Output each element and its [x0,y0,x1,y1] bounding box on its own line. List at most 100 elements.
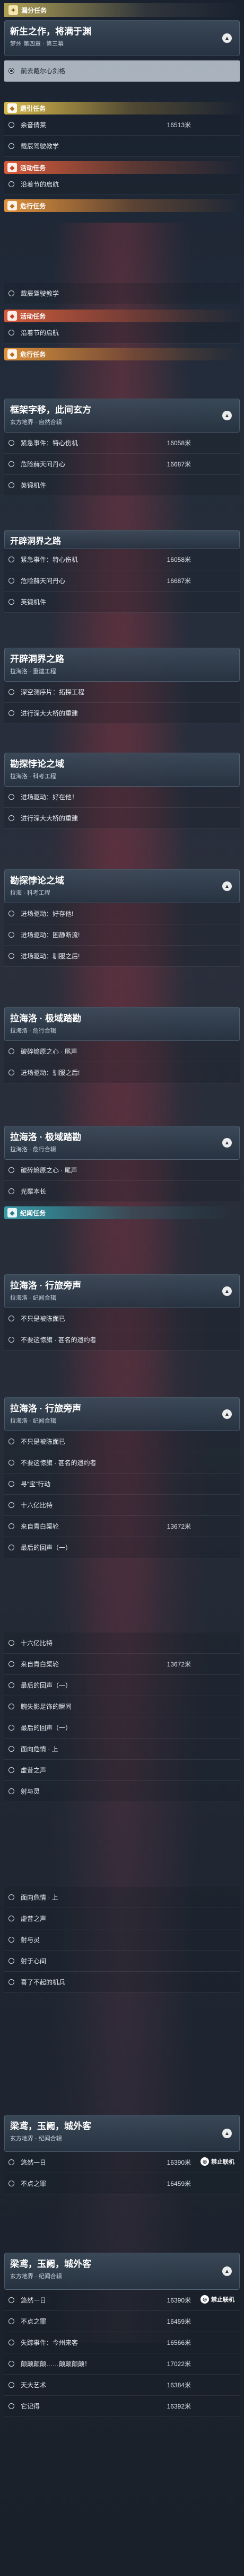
chevron-up-icon[interactable]: ▲ [222,1409,232,1419]
chevron-up-icon[interactable]: ▲ [222,2266,232,2276]
list-item[interactable]: 不要这惊旗 · 甚名的遗约者 [4,1452,240,1474]
list-item[interactable]: 十六亿比特 [4,1495,240,1516]
chevron-up-icon[interactable]: ▲ [222,411,232,420]
list-item[interactable]: 英锻机件 [4,592,240,613]
radio-dot-icon [8,953,14,959]
quest-card[interactable]: 勘探悖论之域 拉海洛 · 科考工程 [4,753,240,787]
radio-dot-icon [8,794,14,800]
radio-dot-icon [8,2297,14,2303]
list-item[interactable]: 光粼本长 [4,1181,240,1202]
quest-card[interactable]: 勘探悖论之域 拉海 · 科考工程 ▲ [4,869,240,903]
list-item[interactable]: 进行深大大桥的重建 [4,703,240,724]
list-item-label: 不要这惊旗 · 甚名的遗约者 [21,1459,97,1467]
radio-dot-icon [8,1704,14,1709]
list-item[interactable]: 来自青白渠轮 13672米 [4,1516,240,1537]
list-item[interactable]: 不只是被陈面已 [4,1308,240,1329]
quest-card[interactable]: 拉海洛 · 行旅旁声 拉海洛 · 纪闻合辑 ▲ [4,1397,240,1431]
watermark-label: 禁止联机 [211,2297,234,2303]
list-item-label: 腕失影足饰的瞬间 [21,1703,72,1710]
list-item[interactable]: 十六亿比特 [4,1633,240,1654]
quest-card[interactable]: 框架字移，此间玄方 玄方地界 · 自然合辑 ▲ [4,399,240,433]
list-item[interactable]: 面向危情 · 上 [4,1739,240,1760]
quest-card[interactable]: 梁鸢，玉阙，城外客 玄方地界 · 纪闻合辑 ▲ [4,2253,240,2290]
list-item[interactable]: 危险赫天问丹心 16687米 [4,454,240,475]
list-item-label: 进行深大大桥的重建 [21,710,79,717]
list-item[interactable]: 天大艺术 16384米 [4,2375,240,2396]
list-item[interactable]: 破碎熵原之心 · 尾声 [4,1041,240,1062]
quest-card[interactable]: 拉海洛 · 极域踏勘 拉海洛 · 危行合辑 ▲ [4,1126,240,1160]
list-item[interactable]: 英锻机件 [4,475,240,496]
radio-dot-icon [8,1746,14,1752]
quest-title: 开辟洞界之路 [10,654,64,664]
list-item[interactable]: 来自青白渠轮 13672米 [4,1654,240,1675]
list-item[interactable]: 不只是被陈面已 [4,1431,240,1452]
list-item[interactable]: 沿着节的启航 [4,174,240,195]
section-card6: 拉海洛 · 极域踏勘 拉海洛 · 危行合辑 破碎熵原之心 · 尾声 进场驱动：驯… [4,1007,240,1083]
chevron-up-icon[interactable]: ▲ [222,1286,232,1296]
list-item[interactable]: 载辰驾驶教学 [4,283,240,304]
radio-dot-icon [8,557,14,562]
list-item[interactable]: 喜了不起的机兵 [4,1972,240,1993]
chevron-up-icon[interactable]: ▲ [222,2129,232,2138]
category-header-activity[interactable]: ◆ 活动任务 [4,161,240,174]
list-item-label: 破碎熵原之心 · 尾声 [21,1048,77,1055]
list-item[interactable]: 虚昔之声 [4,1908,240,1929]
list-item[interactable]: 颠颠颠颠……颠颠颠颠！ 17022米 [4,2353,240,2375]
category-header-danger[interactable]: ◆ 危行任务 [4,199,240,212]
list-item[interactable]: 进场驱动：好存他! [4,903,240,924]
list-item[interactable]: 射于心间 [4,1951,240,1972]
list-item[interactable]: 不要这惊旗 · 甚名的遗约者 [4,1329,240,1351]
list-item[interactable]: 不点之罪 16459米 [4,2173,240,2194]
section-card7: 拉海洛 · 极域踏勘 拉海洛 · 危行合辑 ▲ 破碎熵原之心 · 尾声 光粼本长… [4,1126,240,1219]
chevron-up-icon[interactable]: ▲ [222,33,232,43]
chevron-up-icon[interactable]: ▲ [222,881,232,891]
list-item[interactable]: 腕失影足饰的瞬间 [4,1696,240,1717]
list-item-label: 射与灵 [21,1936,40,1944]
chevron-up-icon[interactable]: ▲ [222,1138,232,1148]
category-header-guide[interactable]: ◆ 遗引任务 [4,102,240,114]
list-item[interactable]: 寻“宝”行动 [4,1474,240,1495]
list-item-label: 载辰驾驶教学 [21,290,59,297]
category-header-chronicle[interactable]: ◆ 纪闻任务 [4,1206,240,1219]
list-item[interactable]: 进行深大大桥的重建 [4,808,240,829]
quest-card[interactable]: 开辟洞界之路 拉海洛 · 重建工程 [4,648,240,682]
list-item[interactable]: 破碎熵原之心 · 尾声 [4,1160,240,1181]
quest-card[interactable]: 梁鸢，玉阙，城外客 玄方地界 · 纪闻合辑 ▲ [4,2115,240,2152]
list-item[interactable]: 进场驱动：困静断流! [4,924,240,946]
list-item[interactable]: 射与灵 [4,1929,240,1951]
list-item[interactable]: 进场驱动：驯服之后! [4,1062,240,1083]
list-item[interactable]: 虚昔之声 [4,1760,240,1781]
list-item-label: 不点之罪 [21,2318,47,2325]
list-item-label: 虚昔之声 [21,1767,47,1774]
quest-card[interactable]: 拉海洛 · 极域踏勘 拉海洛 · 危行合辑 [4,1007,240,1041]
list-item[interactable]: 最后的回声（一） [4,1675,240,1696]
quest-subtitle: 拉海洛 · 纪闻合辑 [10,1295,56,1301]
quest-card[interactable]: 开辟洞界之路 [4,530,240,549]
category-header-danger[interactable]: ◆ 危行任务 [4,348,240,360]
radio-dot-icon [8,1545,14,1550]
list-item[interactable]: 余音倩莱 16513米 [4,114,240,136]
list-item[interactable]: 射与灵 [4,1781,240,1802]
quest-title: 勘探悖论之域 [10,759,64,769]
list-item-label: 颠颠颠颠……颠颠颠颠！ [21,2360,91,2368]
category-header-main[interactable]: ✦ 漏分任务 [4,3,240,17]
list-item[interactable]: 进场驱动：驯服之后! [4,946,240,967]
list-item[interactable]: 沿着节的启航 [4,322,240,343]
list-item[interactable]: 危险赫天问丹心 16687米 [4,570,240,592]
list-item[interactable]: 失踪事件：今州来客 16566米 [4,2332,240,2353]
list-item[interactable]: 最后的回声（一） [4,1537,240,1558]
list-item[interactable]: 最后的回声（一） [4,1717,240,1739]
category-header-activity[interactable]: ◆ 活动任务 [4,310,240,322]
list-item[interactable]: 它记得 16392米 [4,2396,240,2417]
quest-card-main[interactable]: 新生之作，将满于渊 梦州 第四章 · 第三幕 ▲ [4,20,240,56]
list-item[interactable]: 进场驱动：好在他！ [4,787,240,808]
list-item[interactable]: 面向危情 · 上 [4,1887,240,1908]
quest-card[interactable]: 拉海洛 · 行旅旁声 拉海洛 · 纪闻合辑 ▲ [4,1274,240,1308]
list-item[interactable]: 载辰驾驶教学 [4,136,240,157]
list-item-active[interactable]: 前去戴尔心剑格 [4,60,240,82]
list-item[interactable]: 不点之罪 16459米 [4,2311,240,2332]
list-item[interactable]: 紧急事件：特心伤机 16058米 [4,433,240,454]
list-item[interactable]: 深空测序片：拓探工程 [4,682,240,703]
distance-label: 16687米 [167,461,191,468]
list-item[interactable]: 紧急事件：特心伤机 16058米 [4,549,240,570]
